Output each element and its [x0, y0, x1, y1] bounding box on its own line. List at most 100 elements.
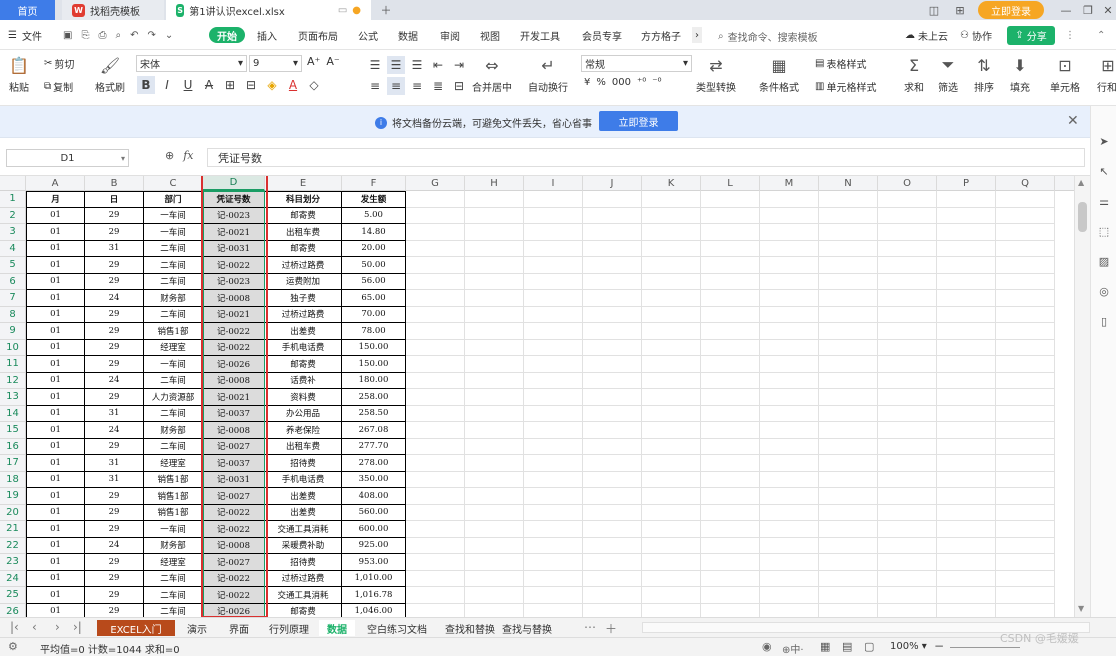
table-cell[interactable]: 01: [26, 224, 85, 241]
empty-cell[interactable]: [524, 306, 583, 323]
zoom-slider[interactable]: [950, 647, 1020, 648]
empty-cell[interactable]: [878, 438, 937, 455]
empty-cell[interactable]: [760, 240, 819, 257]
table-cell[interactable]: 招待费: [265, 554, 342, 571]
decrease-decimal-icon[interactable]: ⁻⁰: [652, 77, 661, 88]
table-cell[interactable]: 记-0023: [203, 207, 265, 224]
column-header-g[interactable]: G: [406, 176, 465, 191]
empty-cell[interactable]: [642, 224, 701, 241]
empty-cell[interactable]: [642, 603, 701, 617]
empty-cell[interactable]: [819, 438, 878, 455]
empty-cell[interactable]: [465, 273, 524, 290]
cut-button[interactable]: ✂ 剪切: [44, 56, 74, 71]
menu-member[interactable]: 会员专享: [582, 27, 622, 43]
table-cell[interactable]: 01: [26, 438, 85, 455]
table-cell[interactable]: 邮寄费: [265, 207, 342, 224]
print-icon[interactable]: ⎙: [98, 30, 106, 41]
empty-cell[interactable]: [996, 372, 1055, 389]
column-header-q[interactable]: Q: [996, 176, 1055, 191]
table-header-cell[interactable]: 日: [85, 191, 144, 208]
empty-cell[interactable]: [524, 273, 583, 290]
empty-cell[interactable]: [583, 389, 642, 406]
reading-view-icon[interactable]: ▢: [864, 640, 874, 653]
empty-cell[interactable]: [996, 471, 1055, 488]
table-header-cell[interactable]: 发生额: [342, 191, 406, 208]
table-cell[interactable]: 过桥过路费: [265, 257, 342, 274]
empty-cell[interactable]: [524, 521, 583, 538]
indent-increase-icon[interactable]: ⇥: [450, 56, 468, 74]
table-cell[interactable]: 01: [26, 488, 85, 505]
empty-cell[interactable]: [642, 191, 701, 208]
table-cell[interactable]: 29: [85, 207, 144, 224]
empty-cell[interactable]: [465, 504, 524, 521]
table-cell[interactable]: 01: [26, 504, 85, 521]
empty-cell[interactable]: [996, 240, 1055, 257]
row-header[interactable]: 10: [0, 339, 26, 356]
empty-cell[interactable]: [701, 306, 760, 323]
column-header-d[interactable]: D: [203, 176, 265, 191]
empty-cell[interactable]: [406, 455, 465, 472]
empty-cell[interactable]: [406, 537, 465, 554]
empty-cell[interactable]: [524, 438, 583, 455]
conditional-format-button[interactable]: ▦ 条件格式: [759, 54, 799, 95]
shapes-icon[interactable]: ⬚: [1097, 224, 1111, 238]
table-cell[interactable]: 29: [85, 554, 144, 571]
file-menu[interactable]: ☰ 文件: [8, 27, 42, 43]
notice-login-button[interactable]: 立即登录: [599, 111, 678, 131]
table-header-cell[interactable]: 科目划分: [265, 191, 342, 208]
empty-cell[interactable]: [878, 273, 937, 290]
command-search[interactable]: ⌕ 查找命令、搜索模板: [718, 29, 818, 44]
empty-cell[interactable]: [524, 290, 583, 307]
table-cell[interactable]: 记-0031: [203, 471, 265, 488]
empty-cell[interactable]: [701, 224, 760, 241]
column-header-o[interactable]: O: [878, 176, 937, 191]
row-header[interactable]: 24: [0, 570, 26, 587]
empty-cell[interactable]: [819, 603, 878, 617]
filter-button[interactable]: ⏷ 筛选: [937, 54, 959, 94]
scroll-up-icon[interactable]: ▲: [1078, 178, 1084, 187]
empty-cell[interactable]: [583, 191, 642, 208]
empty-cell[interactable]: [819, 372, 878, 389]
shrink-font-icon[interactable]: A⁻: [326, 55, 339, 68]
more-options-icon[interactable]: ⋮: [1065, 27, 1075, 43]
empty-cell[interactable]: [760, 372, 819, 389]
login-button[interactable]: 立即登录: [978, 1, 1044, 19]
row-header[interactable]: 19: [0, 488, 26, 505]
empty-cell[interactable]: [524, 471, 583, 488]
empty-cell[interactable]: [878, 240, 937, 257]
empty-cell[interactable]: [878, 488, 937, 505]
empty-cell[interactable]: [937, 191, 996, 208]
clear-format-icon[interactable]: ◇: [305, 76, 323, 94]
cell-button[interactable]: ⊡ 单元格: [1050, 54, 1080, 95]
table-cell[interactable]: 56.00: [342, 273, 406, 290]
table-cell[interactable]: 01: [26, 372, 85, 389]
table-cell[interactable]: 二车间: [144, 405, 203, 422]
empty-cell[interactable]: [760, 405, 819, 422]
table-cell[interactable]: 267.08: [342, 422, 406, 439]
table-cell[interactable]: 150.00: [342, 339, 406, 356]
row-header[interactable]: 9: [0, 323, 26, 340]
print-preview-icon[interactable]: ⌕: [115, 30, 121, 41]
table-cell[interactable]: 24: [85, 537, 144, 554]
empty-cell[interactable]: [819, 521, 878, 538]
tab-template-store[interactable]: W 找稻壳模板: [62, 0, 164, 20]
empty-cell[interactable]: [406, 273, 465, 290]
table-cell[interactable]: 过桥过路费: [265, 306, 342, 323]
sheet-tab[interactable]: EXCEL入门: [97, 620, 175, 636]
row-header[interactable]: 21: [0, 521, 26, 538]
row-header[interactable]: 14: [0, 405, 26, 422]
row-header[interactable]: 25: [0, 587, 26, 604]
restore-icon[interactable]: ❐: [1080, 2, 1096, 18]
increase-decimal-icon[interactable]: ⁺⁰: [637, 77, 646, 88]
cell-style-icon[interactable]: ⊟: [242, 76, 260, 94]
empty-cell[interactable]: [878, 405, 937, 422]
insert-function-icon[interactable]: fx: [183, 149, 193, 162]
empty-cell[interactable]: [878, 603, 937, 617]
strikethrough-icon[interactable]: A: [200, 76, 218, 94]
empty-cell[interactable]: [819, 240, 878, 257]
table-cell[interactable]: 29: [85, 603, 144, 617]
format-painter-button[interactable]: 🖌 格式刷: [95, 54, 125, 95]
empty-cell[interactable]: [760, 570, 819, 587]
table-cell[interactable]: 销售1部: [144, 471, 203, 488]
empty-cell[interactable]: [819, 405, 878, 422]
